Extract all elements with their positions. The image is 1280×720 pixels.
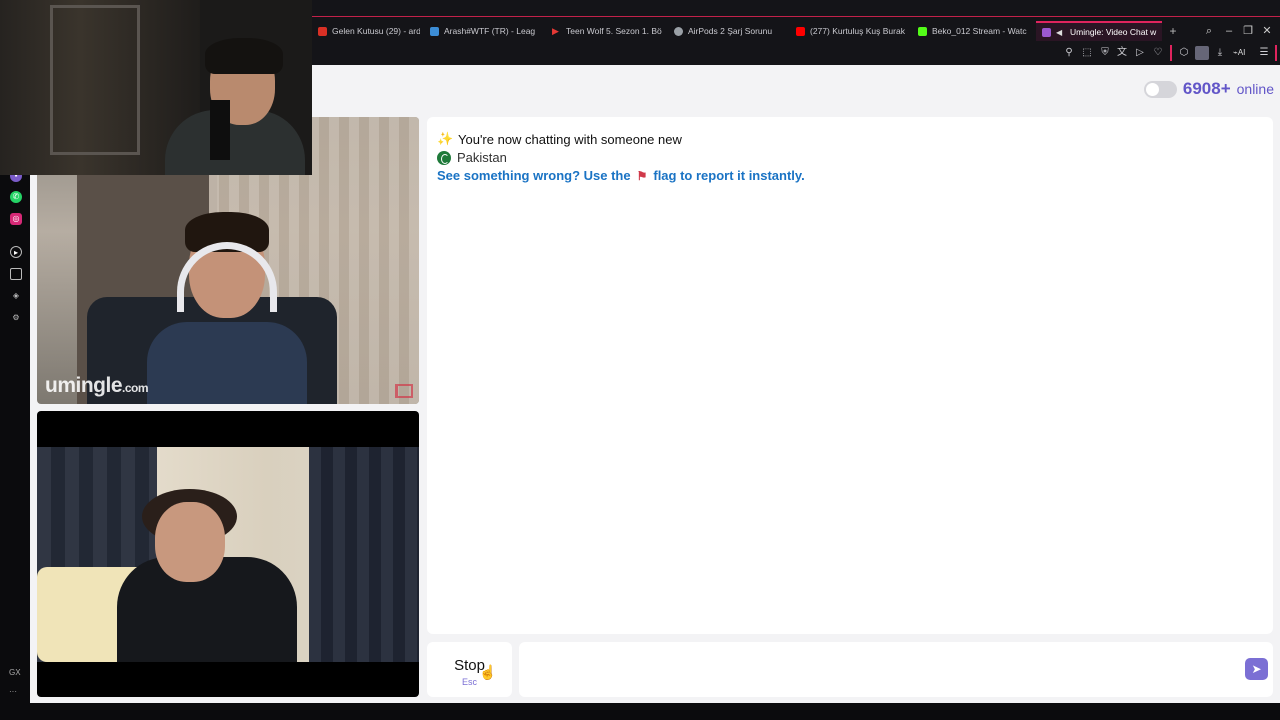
tab-bar-accent-line bbox=[312, 16, 1280, 17]
system-message: ✨ You're now chatting with someone new bbox=[437, 131, 682, 147]
tab-kick[interactable]: Beko_012 Stream - Watc bbox=[912, 22, 1032, 40]
tab-title: Beko_012 Stream - Watc bbox=[932, 26, 1027, 36]
online-label: online bbox=[1236, 81, 1274, 97]
stop-shortcut: Esc bbox=[461, 677, 477, 687]
translate-icon[interactable]: 文 bbox=[1115, 46, 1129, 60]
pin-icon[interactable]: ⚲ bbox=[1062, 46, 1076, 60]
ai-icon[interactable]: ⌁AI bbox=[1233, 46, 1245, 60]
tab-gmail[interactable]: Gelen Kutusu (29) - ard bbox=[312, 22, 420, 40]
gmail-icon bbox=[318, 26, 327, 36]
kick-icon bbox=[918, 26, 927, 36]
online-count: 6908+ bbox=[1182, 79, 1231, 98]
webcam-overlay bbox=[0, 0, 312, 175]
bookmarks-icon[interactable] bbox=[10, 268, 22, 280]
close-window-icon[interactable]: ✕ bbox=[1260, 24, 1274, 38]
right-curtain bbox=[309, 447, 419, 662]
shield-icon[interactable]: ⛨ bbox=[1098, 46, 1112, 60]
tab-umingle-active[interactable]: ◀ Umingle: Video Chat w bbox=[1036, 21, 1162, 41]
more-icon[interactable]: ··· bbox=[9, 687, 17, 696]
extensions-icon[interactable]: ⬡ bbox=[1177, 46, 1191, 60]
report-hint: See something wrong? Use the ⚑ flag to r… bbox=[437, 168, 805, 183]
tab-title: Teen Wolf 5. Sezon 1. Bö bbox=[566, 26, 662, 36]
tab-league[interactable]: Arash#WTF (TR) - Leag bbox=[424, 22, 542, 40]
stop-button[interactable]: Stop Esc ☝ bbox=[427, 642, 512, 697]
play-icon: ▶ bbox=[552, 25, 559, 36]
country-line: Pakistan bbox=[437, 150, 507, 165]
restore-icon[interactable]: ❐ bbox=[1241, 24, 1255, 38]
tab-title: Umingle: Video Chat w bbox=[1070, 27, 1157, 37]
chat-log: ✨ You're now chatting with someone new P… bbox=[427, 117, 1273, 634]
umingle-watermark: umingle.com bbox=[45, 374, 149, 398]
tab-airpods[interactable]: AirPods 2 Şarj Sorunu bbox=[668, 22, 786, 40]
whatsapp-icon[interactable]: ✆ bbox=[10, 191, 22, 203]
search-tabs-icon[interactable]: ⌕ bbox=[1202, 24, 1216, 38]
remote-person bbox=[147, 212, 307, 404]
tab-teen-wolf[interactable]: ▶ Teen Wolf 5. Sezon 1. Bö bbox=[546, 22, 662, 40]
profile-icon[interactable] bbox=[1195, 46, 1209, 60]
report-hint-prefix: See something wrong? Use the bbox=[437, 168, 631, 183]
hand-cursor-icon: ☝ bbox=[479, 664, 497, 680]
history-icon[interactable]: ◈ bbox=[10, 290, 22, 302]
instagram-icon[interactable]: ◎ bbox=[10, 213, 22, 225]
watermark-tld: .com bbox=[122, 381, 149, 395]
download-icon[interactable]: ⤓ bbox=[1213, 46, 1227, 60]
menu-icon[interactable]: ☰ bbox=[1257, 46, 1271, 60]
local-video bbox=[37, 411, 419, 697]
watermark-brand: umingle bbox=[45, 374, 123, 397]
local-person-head bbox=[155, 502, 225, 582]
new-tab-button[interactable]: + bbox=[1166, 24, 1180, 38]
streamer-hair bbox=[205, 38, 283, 74]
tab-title: Gelen Kutusu (29) - ard bbox=[332, 26, 420, 36]
toolbar-edge bbox=[1275, 45, 1277, 61]
microphone bbox=[210, 100, 230, 160]
message-input[interactable] bbox=[519, 642, 1273, 697]
sparkles-icon: ✨ bbox=[437, 131, 454, 146]
play-icon[interactable]: ▷ bbox=[1133, 46, 1147, 60]
tab-title: (277) Kurtuluş Kuş Burak bbox=[810, 26, 905, 36]
remote-person-body bbox=[147, 322, 307, 404]
send-button[interactable]: ➤ bbox=[1245, 658, 1268, 680]
league-icon bbox=[430, 26, 439, 36]
globe-icon bbox=[674, 26, 683, 36]
flag-icon: ⚑ bbox=[636, 168, 648, 183]
pakistan-flag-icon bbox=[437, 150, 451, 165]
theme-toggle[interactable] bbox=[1143, 80, 1177, 98]
settings-icon[interactable]: ⚙ bbox=[10, 312, 22, 324]
screenshot-icon[interactable]: ⬚ bbox=[1080, 46, 1094, 60]
minimize-icon[interactable]: – bbox=[1222, 24, 1236, 38]
report-hint-suffix: flag to report it instantly. bbox=[653, 168, 805, 183]
cabinet-door bbox=[50, 5, 140, 155]
player-icon[interactable]: ▸ bbox=[10, 246, 22, 258]
gx-label: GX bbox=[9, 668, 21, 677]
toolbar-divider bbox=[1170, 45, 1172, 61]
speaker-icon: ◀ bbox=[1056, 27, 1063, 37]
tab-title: Arash#WTF (TR) - Leag bbox=[444, 26, 536, 36]
umingle-icon bbox=[1042, 27, 1051, 37]
stop-label: Stop bbox=[454, 657, 485, 674]
online-indicator: 6908+ online bbox=[1143, 79, 1274, 99]
heart-icon[interactable]: ♡ bbox=[1151, 46, 1165, 60]
country-name: Pakistan bbox=[457, 150, 507, 165]
youtube-icon bbox=[796, 26, 805, 36]
send-icon: ➤ bbox=[1251, 662, 1262, 676]
tab-title: AirPods 2 Şarj Sorunu bbox=[688, 26, 773, 36]
system-message-text: You're now chatting with someone new bbox=[458, 131, 682, 147]
local-scene bbox=[37, 447, 419, 662]
tab-youtube[interactable]: (277) Kurtuluş Kuş Burak bbox=[790, 22, 908, 40]
report-flag-icon[interactable] bbox=[395, 384, 413, 398]
